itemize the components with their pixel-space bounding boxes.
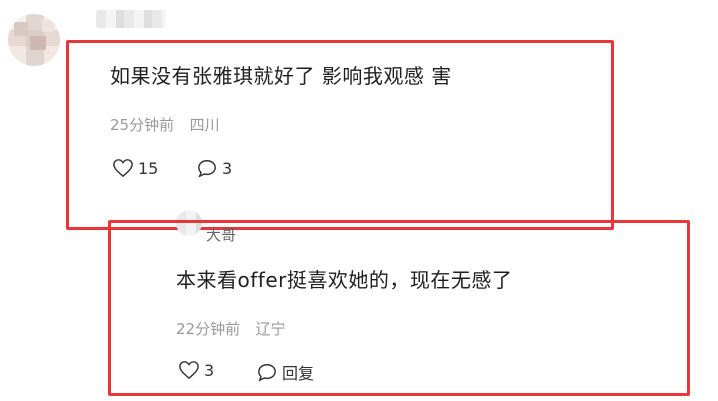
like-count: 15 [138, 158, 159, 178]
reply-text: 本来看offer挺喜欢她的，现在无感了 [176, 268, 513, 292]
reply-like-count: 3 [204, 360, 215, 380]
comment-bubble-icon [196, 158, 218, 178]
avatar[interactable] [8, 14, 60, 66]
reply-count-button[interactable]: 3 [196, 158, 232, 178]
comment-text: 如果没有张雅琪就好了 影响我观感 害 [110, 64, 452, 88]
reply-button[interactable]: 回复 [256, 360, 314, 384]
comment-time: 25分钟前 [110, 116, 175, 134]
comment-location: 四川 [189, 116, 220, 134]
reply-time: 22分钟前 [176, 320, 241, 338]
reply-count: 3 [222, 158, 233, 178]
heart-icon [112, 158, 134, 178]
comment-bubble-icon [256, 362, 278, 382]
reply-label: 回复 [282, 364, 315, 383]
reply-like-button[interactable]: 3 [178, 360, 214, 380]
comment-meta: 25分钟前 四川 [110, 114, 220, 135]
heart-icon [178, 360, 200, 380]
like-button[interactable]: 15 [112, 158, 158, 178]
username-blurred[interactable] [96, 10, 166, 28]
reply-location: 辽宁 [255, 320, 286, 338]
reply-meta: 22分钟前 辽宁 [176, 318, 286, 339]
